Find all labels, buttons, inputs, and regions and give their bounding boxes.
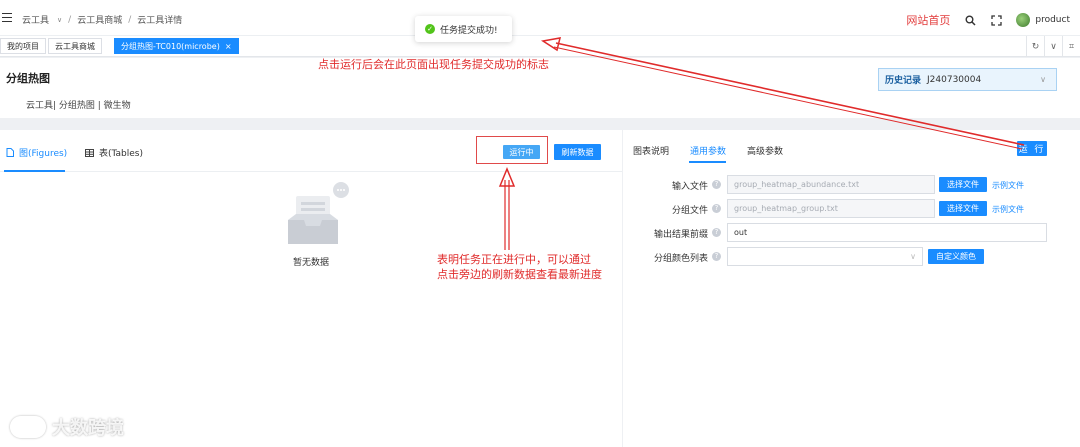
- sample-file-link[interactable]: 示例文件: [992, 204, 1024, 215]
- group-file-field[interactable]: group_heatmap_group.txt: [727, 199, 935, 218]
- chevron-down-icon[interactable]: ∨: [1044, 36, 1062, 57]
- refresh-icon[interactable]: ↻: [1026, 36, 1044, 57]
- search-icon[interactable]: [964, 14, 976, 26]
- tab-tables-label: 表(Tables): [99, 149, 143, 159]
- tab-advanced-params[interactable]: 高级参数: [747, 144, 783, 157]
- custom-color-button[interactable]: 自定义颜色: [928, 249, 984, 264]
- results-tabs: 图(Figures) 表(Tables) 运行中 刷新数据: [0, 130, 622, 172]
- expand-icon[interactable]: ⌗: [1062, 36, 1080, 57]
- close-icon[interactable]: ×: [225, 42, 232, 51]
- annotation-top-text: 点击运行后会在此页面出现任务提交成功的标志: [318, 58, 549, 71]
- breadcrumb-separator: /: [68, 14, 72, 25]
- tab-label: 分组热图-TC010(microbe): [121, 41, 220, 51]
- fullscreen-icon[interactable]: [990, 14, 1002, 26]
- breadcrumb-item: 云工具详情: [137, 16, 183, 26]
- field-label: 输出结果前缀: [653, 230, 708, 240]
- help-icon[interactable]: ?: [712, 180, 721, 189]
- success-toast: ✓ 任务提交成功!: [415, 16, 512, 42]
- tab-tools: ↻ ∨ ⌗: [1026, 36, 1080, 57]
- homepage-link[interactable]: 网站首页: [906, 12, 950, 28]
- chevron-down-icon[interactable]: ∨: [57, 16, 62, 24]
- tab-figures[interactable]: 图(Figures): [6, 146, 67, 159]
- history-select[interactable]: 历史记录 J240730004 ∨: [878, 68, 1057, 91]
- watermark-text: 大数跨境: [52, 418, 124, 439]
- form-row-group-colors: 分组颜色列表 ? ∨ 自定义颜色: [623, 247, 1080, 267]
- choose-file-button[interactable]: 选择文件: [939, 177, 987, 192]
- refresh-data-button[interactable]: 刷新数据: [554, 144, 601, 160]
- toast-message: 任务提交成功!: [440, 25, 498, 36]
- active-tab-indicator: [689, 161, 726, 163]
- avatar[interactable]: [1016, 13, 1031, 27]
- parameters-panel: 图表说明 通用参数 高级参数 运 行 输入文件 ? group_heatmap_…: [623, 130, 1080, 447]
- running-status-button[interactable]: 运行中: [503, 145, 540, 159]
- menu-toggle-icon[interactable]: [2, 13, 12, 22]
- breadcrumb-item[interactable]: 云工具商城: [77, 13, 122, 26]
- top-right-actions: 网站首页 product: [906, 12, 1070, 28]
- file-icon: [6, 148, 14, 157]
- empty-state-text: 暂无数据: [293, 258, 330, 268]
- tab-tables[interactable]: 表(Tables): [85, 146, 143, 159]
- tab-my-projects[interactable]: 我的项目: [0, 38, 46, 54]
- field-label: 分组文件: [671, 206, 708, 216]
- history-value: J240730004: [927, 74, 982, 85]
- page-tabs: 我的项目 云工具商城 分组热图-TC010(microbe) × ↻ ∨ ⌗: [0, 36, 1080, 57]
- tab-figures-label: 图(Figures): [19, 149, 68, 159]
- help-icon[interactable]: ?: [712, 252, 721, 261]
- tab-label: 云工具商城: [55, 41, 95, 51]
- tab-cloud-tool-store[interactable]: 云工具商城: [48, 38, 102, 54]
- watermark-logo-icon: [10, 416, 46, 438]
- output-prefix-input[interactable]: out: [727, 223, 1047, 242]
- form-row-group-file: 分组文件 ? group_heatmap_group.txt 选择文件 示例文件: [623, 199, 1080, 219]
- chevron-down-icon: ∨: [1040, 75, 1046, 84]
- tab-label: 我的项目: [7, 41, 39, 51]
- help-icon[interactable]: ?: [712, 204, 721, 213]
- tab-group-heatmap[interactable]: 分组热图-TC010(microbe) ×: [114, 38, 239, 54]
- results-panel: 图(Figures) 表(Tables) 运行中 刷新数据 暂无数据: [0, 130, 622, 447]
- tab-chart-description[interactable]: 图表说明: [633, 144, 669, 157]
- tool-tags: 云工具| 分组热图 | 微生物: [26, 101, 131, 111]
- run-button[interactable]: 运 行: [1017, 141, 1047, 156]
- top-navbar: 云工具 ∨ / 云工具商城 / 云工具详情 网站首页 product: [0, 0, 1080, 36]
- active-tab-indicator: [4, 170, 65, 172]
- check-circle-icon: ✓: [425, 24, 435, 34]
- sample-file-link[interactable]: 示例文件: [992, 180, 1024, 191]
- chevron-down-icon: ∨: [910, 252, 916, 261]
- form-row-input-file: 输入文件 ? group_heatmap_abundance.txt 选择文件 …: [623, 175, 1080, 195]
- annotation-middle-line2: 点击旁边的刷新数据查看最新进度: [437, 268, 602, 281]
- group-colors-select[interactable]: ∨: [727, 247, 923, 266]
- annotation-middle-line1: 表明任务正在进行中，可以通过: [437, 253, 591, 266]
- field-label: 分组颜色列表: [653, 254, 708, 264]
- help-icon[interactable]: ?: [712, 228, 721, 237]
- tab-general-params[interactable]: 通用参数: [690, 144, 726, 157]
- form-row-output-prefix: 输出结果前缀 ? out: [623, 223, 1080, 243]
- breadcrumb-item[interactable]: 云工具: [22, 13, 49, 26]
- breadcrumb: 云工具 ∨ / 云工具商城 / 云工具详情: [22, 13, 183, 27]
- breadcrumb-separator: /: [128, 14, 132, 25]
- choose-file-button[interactable]: 选择文件: [939, 201, 987, 216]
- table-icon: [85, 148, 94, 157]
- page-title: 分组热图: [6, 72, 50, 85]
- input-file-field[interactable]: group_heatmap_abundance.txt: [727, 175, 935, 194]
- watermark: 大数跨境: [10, 414, 124, 440]
- username[interactable]: product: [1035, 15, 1070, 25]
- history-label: 历史记录: [885, 76, 922, 86]
- field-label: 输入文件: [671, 182, 708, 192]
